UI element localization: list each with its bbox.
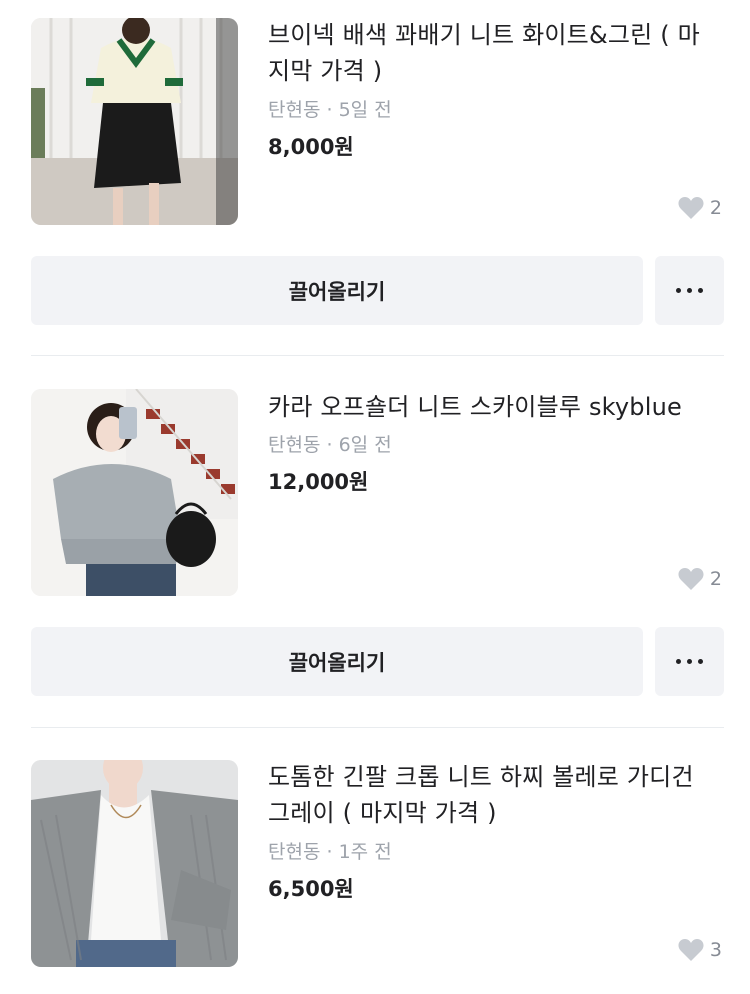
product-meta: 탄현동 · 6일 전 <box>268 433 392 457</box>
meta-separator: · <box>326 841 333 863</box>
product-price: 12,000원 <box>268 470 369 494</box>
product-price: 6,500원 <box>268 877 354 901</box>
meta-separator: · <box>326 99 333 121</box>
like-count-value: 3 <box>709 939 722 961</box>
product-title[interactable]: 카라 오프숄더 니트 스카이블루 skyblue <box>268 389 718 425</box>
bump-button[interactable]: 끌어올리기 <box>31 256 643 325</box>
product-item[interactable]: 도톰한 긴팔 크롭 니트 하찌 볼레로 가디건 그레이 ( 마지막 가격 ) 탄… <box>0 728 750 994</box>
product-item[interactable]: 브이넥 배색 꽈배기 니트 화이트&그린 ( 마지막 가격 ) 탄현동 · 5일… <box>0 0 750 356</box>
heart-icon <box>678 939 704 961</box>
meta-separator: · <box>326 434 333 456</box>
heart-icon <box>678 197 704 219</box>
dot-icon <box>687 288 692 293</box>
like-count-value: 2 <box>709 197 722 219</box>
dot-icon <box>687 659 692 664</box>
like-count: 2 <box>678 196 722 220</box>
product-price: 8,000원 <box>268 135 354 159</box>
heart-icon <box>678 568 704 590</box>
product-location: 탄현동 <box>268 99 321 121</box>
product-meta: 탄현동 · 5일 전 <box>268 98 392 122</box>
dot-icon <box>698 288 703 293</box>
more-options-button[interactable] <box>655 627 724 696</box>
like-count: 3 <box>678 938 722 962</box>
product-time: 6일 전 <box>338 434 392 456</box>
product-meta: 탄현동 · 1주 전 <box>268 840 392 864</box>
dot-icon <box>676 288 681 293</box>
like-count: 2 <box>678 567 722 591</box>
product-location: 탄현동 <box>268 434 321 456</box>
product-time: 5일 전 <box>338 99 392 121</box>
dot-icon <box>698 659 703 664</box>
product-thumbnail <box>31 389 238 596</box>
dot-icon <box>676 659 681 664</box>
product-title[interactable]: 도톰한 긴팔 크롭 니트 하찌 볼레로 가디건 그레이 ( 마지막 가격 ) <box>268 759 718 831</box>
more-options-button[interactable] <box>655 256 724 325</box>
product-thumbnail <box>31 18 238 225</box>
bump-button-label: 끌어올리기 <box>288 279 386 304</box>
bump-button-label: 끌어올리기 <box>288 650 386 675</box>
product-time: 1주 전 <box>338 841 392 863</box>
bump-button[interactable]: 끌어올리기 <box>31 627 643 696</box>
product-thumbnail <box>31 760 238 967</box>
like-count-value: 2 <box>709 568 722 590</box>
product-item[interactable]: 카라 오프숄더 니트 스카이블루 skyblue 탄현동 · 6일 전 12,0… <box>0 356 750 728</box>
product-title[interactable]: 브이넥 배색 꽈배기 니트 화이트&그린 ( 마지막 가격 ) <box>268 17 718 89</box>
product-location: 탄현동 <box>268 841 321 863</box>
